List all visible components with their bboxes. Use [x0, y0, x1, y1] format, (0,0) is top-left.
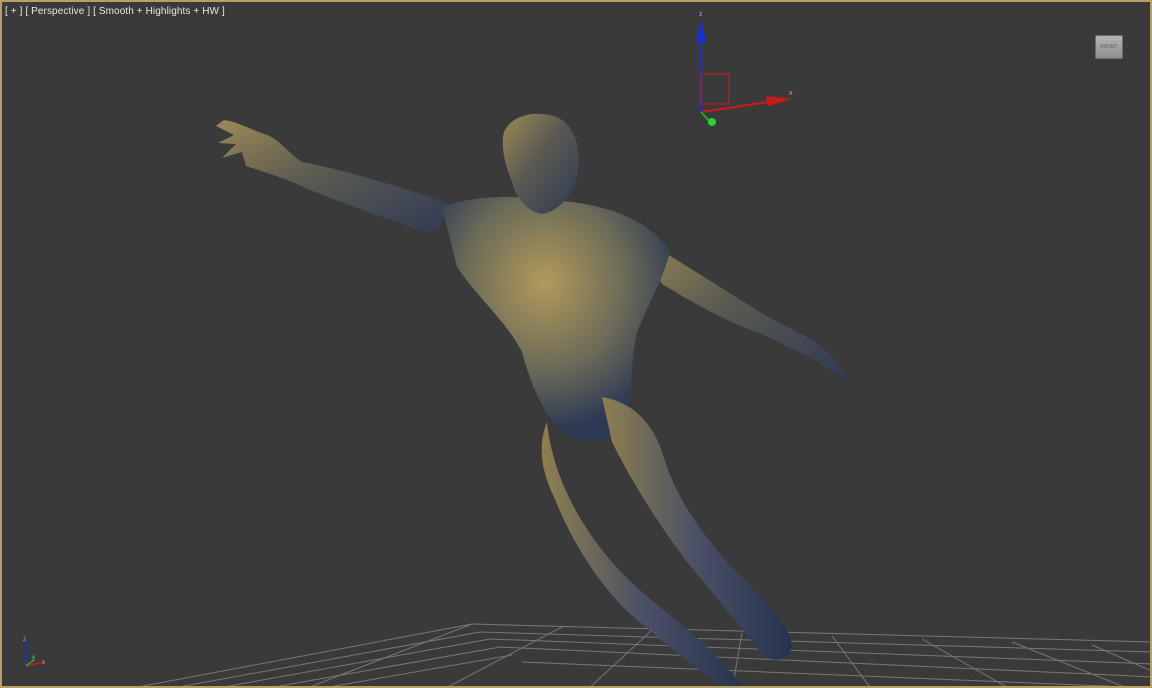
viewcube-face-label: FRONT — [1100, 44, 1118, 50]
gizmo-x-arrow[interactable] — [766, 96, 792, 106]
figure-right-leg — [602, 397, 792, 660]
home-grid — [140, 623, 1150, 686]
figure-left-arm — [216, 120, 457, 234]
gizmo-z-arrow[interactable] — [696, 20, 706, 42]
viewport-shading-menu[interactable]: [ Smooth + Highlights + HW ] — [93, 6, 225, 17]
viewport-label-menu[interactable]: [ + ] [ Perspective ] [ Smooth + Highlig… — [5, 6, 225, 17]
tripod-x-label: x — [42, 660, 45, 666]
transform-gizmo[interactable]: z x — [696, 11, 793, 126]
human-figure-model[interactable] — [216, 113, 848, 688]
viewcube[interactable]: FRONT — [1095, 35, 1123, 59]
viewport-general-menu[interactable]: [ + ] — [5, 6, 22, 17]
gizmo-x-label: x — [789, 90, 793, 97]
gizmo-xz-plane[interactable] — [700, 73, 730, 105]
tripod-y-label: y — [32, 655, 35, 661]
tripod-z-label: z — [23, 637, 26, 643]
scene-canvas[interactable]: z x z x y — [2, 2, 1152, 688]
viewport-point-of-view-menu[interactable]: [ Perspective ] — [25, 6, 90, 17]
perspective-viewport[interactable]: z x z x y [ + ] [ Perspective ] [ Smooth… — [0, 0, 1152, 688]
gizmo-z-label: z — [699, 11, 703, 18]
figure-torso — [442, 197, 670, 441]
world-axis-tripod: z x y — [23, 637, 45, 667]
gizmo-y-handle[interactable] — [708, 118, 716, 126]
